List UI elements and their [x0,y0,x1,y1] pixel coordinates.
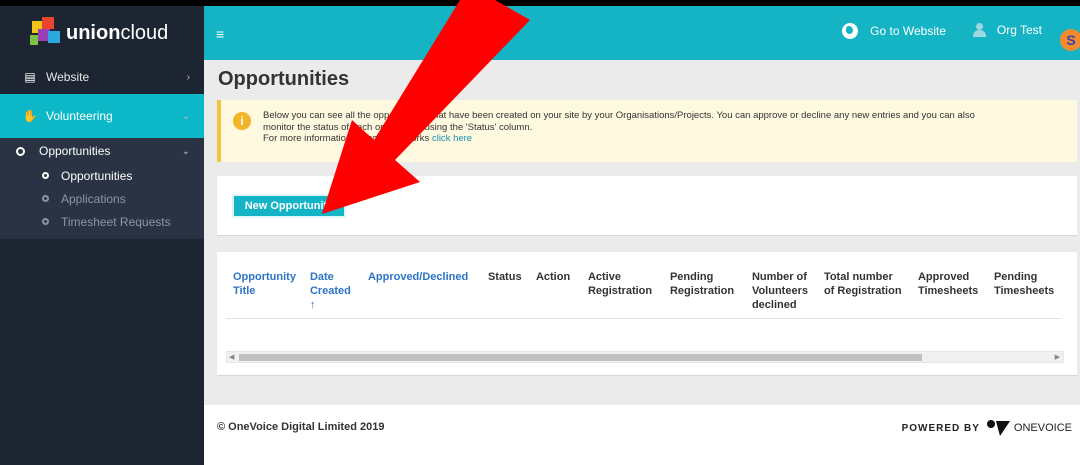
brand-name: unioncloud [66,21,169,44]
info-alert: i Below you can see all the opportunitie… [217,100,1077,162]
scroll-right-icon[interactable]: ▶ [1055,353,1060,361]
info-icon: i [233,112,251,130]
menu-toggle-icon[interactable]: ≡ [216,26,224,42]
volunteering-subnav: Opportunities ⌄ Opportunities Applicatio… [0,138,204,239]
col-total-registration[interactable]: Total number of Registration [816,266,911,319]
hand-icon: ✋ [22,109,38,123]
circle-bullet-icon [42,172,49,179]
website-icon: ▤ [24,70,36,84]
circle-bullet-icon [42,195,49,202]
col-active-registration[interactable]: Active Registration [580,266,663,319]
chevron-down-icon: ⌄ [181,110,190,122]
sidebar-item-label: Applications [61,191,126,206]
go-to-website-label: Go to Website [870,24,946,38]
actions-panel: New Opportunity [217,176,1077,236]
sidebar: unioncloud ▤ Website › ✋ Volunteering ⌄ … [0,0,204,465]
col-pending-registration[interactable]: Pending Registration [662,266,745,319]
sidebar-item-opportunities[interactable]: Opportunities [0,164,204,187]
col-status[interactable]: Status [480,266,529,319]
avatar[interactable]: S [1060,29,1080,51]
scrollbar-thumb[interactable] [239,354,922,361]
col-opportunity-title[interactable]: Opportunity Title [226,266,303,319]
onevoice-brand: ONEVOICE [1013,422,1072,434]
col-action[interactable]: Action [528,266,581,319]
onevoice-logo-icon [986,420,1010,436]
sidebar-item-opportunities-group[interactable]: Opportunities ⌄ [0,138,204,164]
alert-line-3-text: For more information on how this works [263,133,432,144]
sidebar-item-label: Timesheet Requests [61,214,171,229]
sidebar-item-volunteering[interactable]: ✋ Volunteering ⌄ [0,94,204,138]
powered-by: POWERED BY ONEVOICE [902,419,1072,437]
col-approved-timesheets[interactable]: Approved Timesheets [910,266,987,319]
alert-line-3: For more information on how this works c… [263,133,1073,145]
table-header-row: Opportunity Title Date Created ↑ Approved… [226,266,1062,319]
opportunities-table: Opportunity Title Date Created ↑ Approved… [226,266,1062,319]
sidebar-item-label: Opportunities [61,168,133,183]
scroll-left-icon[interactable]: ◀ [229,353,234,361]
sort-up-icon: ↑ [309,299,316,311]
sidebar-item-label: Volunteering [46,109,113,123]
main-content: Opportunities i Below you can see all th… [204,60,1080,465]
unioncloud-logo-icon [30,17,62,49]
col-approved-declined[interactable]: Approved/Declined [360,266,481,319]
new-opportunity-button[interactable]: New Opportunity [232,194,346,218]
go-to-website-link[interactable]: Go to Website [842,23,946,39]
alert-text: Below you can see all the opportunities … [263,110,1073,145]
click-here-link[interactable]: click here [432,133,472,144]
user-icon [972,23,986,37]
col-date-created[interactable]: Date Created ↑ [302,266,361,319]
page-title: Opportunities [218,68,350,90]
avatar-letter: S [1066,32,1076,48]
footer: © OneVoice Digital Limited 2019 POWERED … [204,405,1080,465]
sidebar-item-label: Website [46,70,90,84]
user-menu[interactable]: Org Test [972,23,1042,37]
col-pending-timesheets[interactable]: Pending Timesheets [986,266,1062,319]
col-date-created-label: Date Created [309,271,351,297]
sidebar-item-timesheet-requests[interactable]: Timesheet Requests [0,210,204,233]
powered-by-label: POWERED BY [901,422,980,434]
horizontal-scrollbar[interactable]: ◀ ▶ [226,351,1064,363]
user-name: Org Test [996,23,1042,37]
sidebar-item-applications[interactable]: Applications [0,187,204,210]
circle-bullet-icon [42,218,49,225]
brand-logo[interactable]: unioncloud [0,6,204,60]
opportunities-table-panel: Opportunity Title Date Created ↑ Approved… [217,252,1077,376]
sidebar-item-label: Opportunities [39,144,111,158]
chevron-down-icon: ⌄ [181,145,190,157]
globe-icon [842,23,859,39]
top-bar: ≡ Go to Website Org Test S [204,0,1080,60]
alert-line-1: Below you can see all the opportunities … [263,110,975,121]
chevron-right-icon: › [186,71,190,83]
circle-bullet-icon [16,146,25,156]
alert-line-2: monitor the status of each opportunity u… [263,121,533,133]
copyright-text: © OneVoice Digital Limited 2019 [217,421,385,433]
sidebar-item-website[interactable]: ▤ Website › [0,60,204,94]
col-volunteers-declined[interactable]: Number of Volunteers declined [744,266,817,319]
